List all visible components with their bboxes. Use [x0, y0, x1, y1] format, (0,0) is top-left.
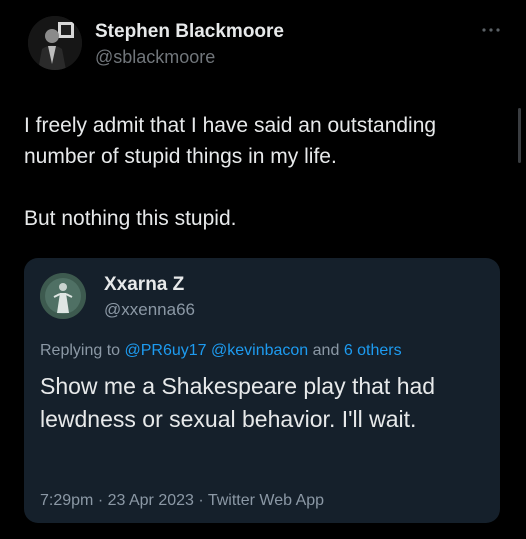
tweet-text: I freely admit that I have said an outst… — [24, 110, 504, 234]
replying-to-joiner: and — [312, 342, 340, 359]
more-icon[interactable] — [480, 22, 502, 32]
tweet-date[interactable]: 23 Apr 2023 — [108, 492, 194, 509]
tweet-source: Twitter Web App — [207, 492, 325, 509]
meta-separator: · — [97, 492, 104, 509]
tweet-paragraph: But nothing this stupid. — [24, 207, 237, 230]
tweet-paragraph: I freely admit that I have said an outst… — [24, 114, 437, 168]
quoted-tweet-card[interactable]: Xxarna Z @xxenna66 Replying to @PR6uy17 … — [24, 258, 500, 523]
author-handle[interactable]: @sblackmoore — [95, 47, 215, 68]
meta-separator: · — [198, 492, 204, 509]
quoted-tweet-meta: 7:29pm · 23 Apr 2023 · Twitter Web App — [40, 492, 324, 510]
mention-link[interactable]: @kevinbacon — [211, 342, 308, 359]
quoted-author-handle[interactable]: @xxenna66 — [104, 300, 195, 320]
author-avatar[interactable] — [28, 16, 82, 70]
author-name[interactable]: Stephen Blackmoore — [95, 21, 284, 43]
avatar-photo-icon — [28, 16, 82, 70]
quoted-author-avatar[interactable] — [40, 273, 86, 319]
mention-link[interactable]: @PR6uy17 — [125, 342, 207, 359]
tweet-time[interactable]: 7:29pm — [40, 492, 93, 509]
quoted-author-name[interactable]: Xxarna Z — [104, 274, 184, 296]
replying-to-label: Replying to — [40, 342, 121, 359]
scrollbar[interactable] — [518, 108, 521, 163]
quoted-tweet-text: Show me a Shakespeare play that had lewd… — [40, 373, 436, 432]
replying-to-line: Replying to @PR6uy17 @kevinbacon and 6 o… — [40, 342, 402, 360]
others-link[interactable]: 6 others — [344, 342, 402, 359]
avatar-photo-icon — [40, 273, 86, 319]
tweet: Stephen Blackmoore @sblackmoore I freely… — [0, 0, 526, 539]
